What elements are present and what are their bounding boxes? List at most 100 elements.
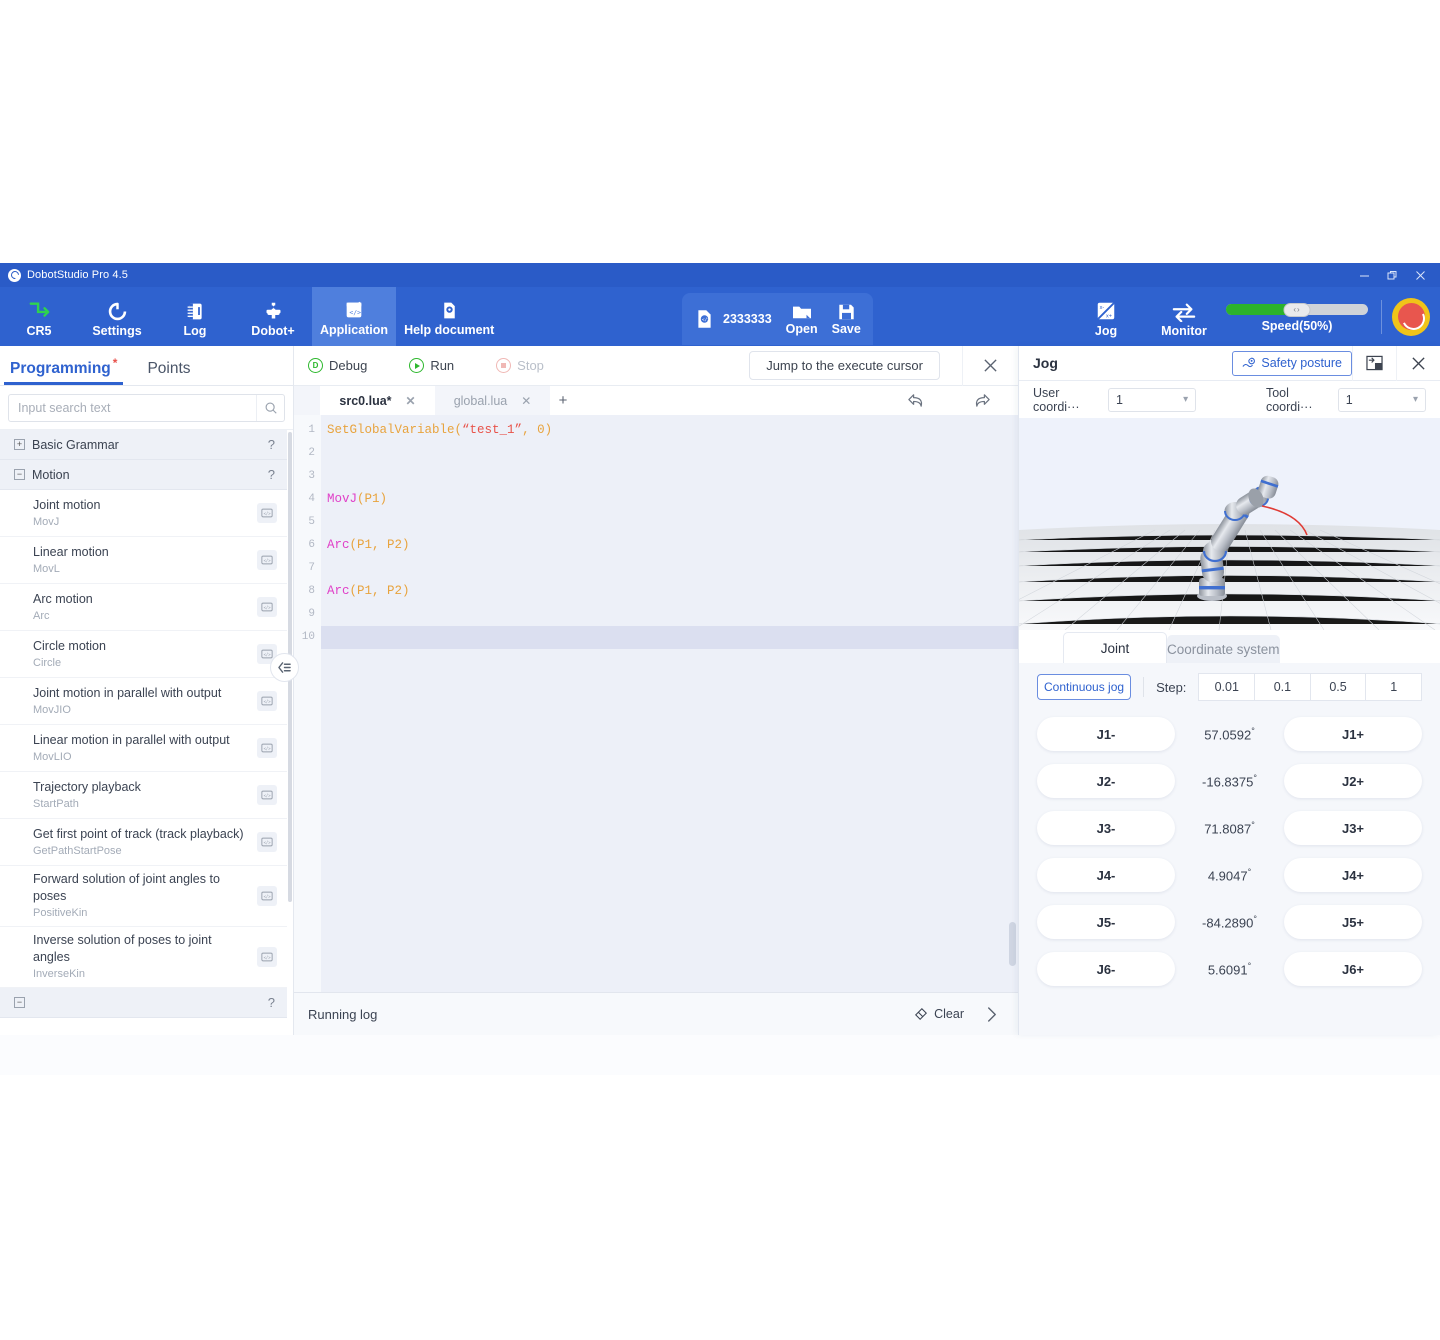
code-line[interactable]: Arc(P1, P2) <box>321 580 1018 603</box>
continuous-jog-button[interactable]: Continuous jog <box>1037 674 1131 700</box>
dock-panel-icon[interactable] <box>1352 346 1396 381</box>
stop-button[interactable]: Stop <box>496 358 544 373</box>
ribbon-item-log[interactable]: Log <box>156 287 234 346</box>
undo-arrow-icon[interactable] <box>906 392 925 409</box>
code-line[interactable] <box>321 557 1018 580</box>
code-line[interactable] <box>321 442 1018 465</box>
tool-coordinate-select[interactable]: 1 ▾ <box>1338 388 1426 412</box>
search-box[interactable] <box>8 394 285 422</box>
restore-button[interactable] <box>1378 263 1406 287</box>
insert-code-icon[interactable]: </> <box>257 691 277 711</box>
code-editor[interactable]: 1 2 3 4 5 6 7 8 9 10 SetGlobalVariable(“… <box>294 415 1018 992</box>
file-tab-global[interactable]: global.lua ✕ <box>435 386 550 415</box>
step-button-05[interactable]: 0.5 <box>1310 673 1367 701</box>
code-line[interactable]: Arc(P1, P2) <box>321 534 1018 557</box>
category-basic-grammar[interactable]: + Basic Grammar ? <box>0 430 287 460</box>
ribbon-item-settings[interactable]: Settings <box>78 287 156 346</box>
list-item[interactable]: Arc motion Arc </> <box>0 584 287 631</box>
expand-plus-icon[interactable]: + <box>14 439 25 450</box>
clear-log-button[interactable]: Clear <box>914 1007 964 1021</box>
file-tab-src0[interactable]: src0.lua* ✕ <box>320 386 435 415</box>
emergency-reset-icon[interactable] <box>1392 298 1430 336</box>
list-item[interactable]: Joint motion in parallel with output Mov… <box>0 678 287 725</box>
search-icon[interactable] <box>256 395 284 421</box>
run-button[interactable]: Run <box>409 358 454 373</box>
list-item[interactable]: Inverse solution of poses to joint angle… <box>0 927 287 988</box>
help-question-icon[interactable]: ? <box>268 995 275 1010</box>
list-item[interactable]: Circle motion Circle </> <box>0 631 287 678</box>
chevron-right-icon[interactable] <box>964 993 1018 1036</box>
step-button-001[interactable]: 0.01 <box>1198 673 1255 701</box>
save-button[interactable]: Save <box>832 303 861 336</box>
ribbon-item-dobotplus[interactable]: Dobot+ <box>234 287 312 346</box>
current-project[interactable]: </> 2333333 <box>694 308 772 330</box>
step-button-01[interactable]: 0.1 <box>1254 673 1311 701</box>
user-coordinate-select[interactable]: 1 ▾ <box>1108 388 1196 412</box>
robot-3d-viewport[interactable] <box>1019 418 1440 630</box>
code-line[interactable] <box>321 603 1018 626</box>
help-question-icon[interactable]: ? <box>268 467 275 482</box>
joint-j5-plus-button[interactable]: J5+ <box>1284 905 1422 939</box>
tab-programming[interactable]: Programming* <box>10 356 117 385</box>
ribbon-item-application[interactable]: </> Application <box>312 287 396 346</box>
insert-code-icon[interactable]: </> <box>257 947 277 967</box>
insert-code-icon[interactable]: </> <box>257 785 277 805</box>
open-button[interactable]: Open <box>786 303 818 336</box>
joint-j4-plus-button[interactable]: J4+ <box>1284 858 1422 892</box>
close-icon[interactable] <box>1396 346 1440 381</box>
code-line[interactable] <box>321 626 1018 649</box>
tab-joint[interactable]: Joint <box>1063 632 1167 663</box>
redo-arrow-icon[interactable] <box>973 392 992 409</box>
jump-to-execute-cursor-button[interactable]: Jump to the execute cursor <box>749 351 940 380</box>
command-tree[interactable]: + Basic Grammar ? − Motion ? Joint motio… <box>0 429 293 1035</box>
ribbon-item-monitor[interactable]: Monitor <box>1145 296 1223 338</box>
insert-code-icon[interactable]: </> <box>257 550 277 570</box>
insert-code-icon[interactable]: </> <box>257 738 277 758</box>
joint-j1-plus-button[interactable]: J1+ <box>1284 717 1422 751</box>
search-input[interactable] <box>9 401 256 415</box>
code-line[interactable] <box>321 511 1018 534</box>
code-line[interactable]: SetGlobalVariable(“test_1”, 0) <box>321 419 1018 442</box>
close-icon[interactable] <box>962 346 1018 386</box>
joint-j6-plus-button[interactable]: J6+ <box>1284 952 1422 986</box>
category-next-partial[interactable]: − ? <box>0 988 287 1018</box>
insert-code-icon[interactable]: </> <box>257 597 277 617</box>
close-button[interactable] <box>1406 263 1434 287</box>
add-tab-button[interactable]: + <box>550 386 576 415</box>
code-line[interactable]: MovJ(P1) <box>321 488 1018 511</box>
joint-j2-plus-button[interactable]: J2+ <box>1284 764 1422 798</box>
insert-code-icon[interactable]: </> <box>257 886 277 906</box>
list-item[interactable]: Linear motion in parallel with output Mo… <box>0 725 287 772</box>
joint-j3-plus-button[interactable]: J3+ <box>1284 811 1422 845</box>
step-button-1[interactable]: 1 <box>1365 673 1422 701</box>
speed-slider[interactable]: ‹› <box>1226 304 1368 315</box>
code-content[interactable]: SetGlobalVariable(“test_1”, 0) MovJ(P1) Ar… <box>321 415 1018 992</box>
ribbon-item-help-document[interactable]: Help document <box>396 287 502 346</box>
speed-slider-knob[interactable]: ‹› <box>1284 303 1311 317</box>
tab-coordinate-system[interactable]: Coordinate system <box>1167 635 1280 663</box>
joint-j5-minus-button[interactable]: J5- <box>1037 905 1175 939</box>
collapse-minus-icon[interactable]: − <box>14 469 25 480</box>
code-line[interactable] <box>321 465 1018 488</box>
collapse-minus-icon[interactable]: − <box>14 997 25 1008</box>
joint-j2-minus-button[interactable]: J2- <box>1037 764 1175 798</box>
debug-button[interactable]: D Debug <box>308 358 367 373</box>
collapse-panel-icon[interactable] <box>270 653 299 682</box>
list-item[interactable]: Get first point of track (track playback… <box>0 819 287 866</box>
joint-j3-minus-button[interactable]: J3- <box>1037 811 1175 845</box>
joint-j6-minus-button[interactable]: J6- <box>1037 952 1175 986</box>
safety-posture-button[interactable]: Safety posture <box>1232 351 1352 376</box>
list-item[interactable]: Linear motion MovL </> <box>0 537 287 584</box>
minimize-button[interactable] <box>1350 263 1378 287</box>
joint-j1-minus-button[interactable]: J1- <box>1037 717 1175 751</box>
category-motion[interactable]: − Motion ? <box>0 460 287 490</box>
ribbon-item-cr5[interactable]: CR5 <box>0 287 78 346</box>
joint-j4-minus-button[interactable]: J4- <box>1037 858 1175 892</box>
close-icon[interactable]: ✕ <box>406 394 416 408</box>
list-item[interactable]: Joint motion MovJ </> <box>0 490 287 537</box>
help-question-icon[interactable]: ? <box>268 437 275 452</box>
list-item[interactable]: Trajectory playback StartPath </> <box>0 772 287 819</box>
editor-scrollbar[interactable] <box>1009 922 1016 966</box>
close-icon[interactable]: ✕ <box>521 394 531 408</box>
insert-code-icon[interactable]: </> <box>257 832 277 852</box>
